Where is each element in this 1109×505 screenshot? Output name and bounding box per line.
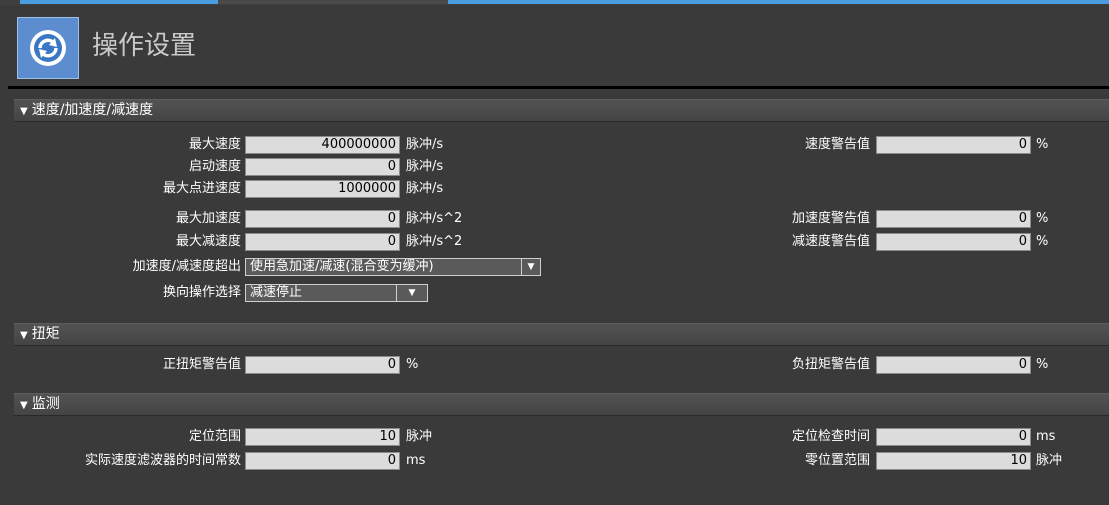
- accel-warn-unit: %: [1036, 211, 1049, 226]
- decel-warn-input[interactable]: 0: [876, 233, 1031, 251]
- refresh-settings-icon: [17, 17, 79, 79]
- max-decel-input[interactable]: 0: [245, 233, 400, 251]
- zero-range-unit: 脉冲: [1036, 453, 1063, 468]
- max-decel-label: 最大减速度: [175, 234, 241, 249]
- neg-torque-warn-input[interactable]: 0: [876, 356, 1031, 374]
- section-title: 监测: [31, 396, 60, 412]
- max-jog-speed-input[interactable]: 1000000: [245, 180, 400, 198]
- max-accel-input[interactable]: 0: [245, 210, 400, 228]
- zero-range-label: 零位置范围: [804, 453, 870, 468]
- start-speed-unit: 脉冲/s: [406, 159, 444, 174]
- in-pos-check-input[interactable]: 0: [876, 428, 1031, 446]
- speed-warn-label: 速度警告值: [804, 137, 870, 152]
- accel-warn-label: 加速度警告值: [791, 211, 870, 226]
- in-pos-range-input[interactable]: 10: [245, 428, 400, 446]
- page-title: 操作设置: [92, 31, 197, 61]
- max-jog-speed-label: 最大点进速度: [162, 181, 241, 196]
- max-speed-unit: 脉冲/s: [406, 137, 444, 152]
- collapse-triangle-icon[interactable]: ▼: [20, 101, 28, 122]
- max-speed-label: 最大速度: [188, 137, 241, 152]
- max-decel-unit: 脉冲/s^2: [406, 234, 463, 249]
- in-pos-check-label: 定位检查时间: [791, 429, 870, 444]
- max-accel-label: 最大加速度: [175, 211, 241, 226]
- section-header-monitor[interactable]: ▼ 监测: [14, 393, 1109, 416]
- chevron-down-icon[interactable]: ▼: [396, 285, 427, 301]
- start-speed-label: 启动速度: [188, 159, 241, 174]
- filter-time-input[interactable]: 0: [245, 452, 400, 470]
- zero-range-input[interactable]: 10: [876, 452, 1031, 470]
- decel-warn-label: 减速度警告值: [791, 234, 870, 249]
- pos-torque-warn-label: 正扭矩警告值: [162, 357, 241, 372]
- accel-over-select[interactable]: 使用急加速/减速(混合变为缓冲) ▼: [245, 258, 541, 276]
- pos-torque-warn-input[interactable]: 0: [245, 356, 400, 374]
- accel-over-value: 使用急加速/减速(混合变为缓冲): [250, 259, 434, 274]
- start-speed-input[interactable]: 0: [245, 158, 400, 176]
- title-divider: [8, 86, 1109, 89]
- in-pos-range-unit: 脉冲: [406, 429, 433, 444]
- filter-time-label: 实际速度滤波器的时间常数: [84, 453, 241, 468]
- neg-torque-warn-unit: %: [1036, 357, 1049, 372]
- max-jog-speed-unit: 脉冲/s: [406, 181, 444, 196]
- section-title: 速度/加速度/减速度: [31, 102, 154, 118]
- max-speed-input[interactable]: 400000000: [245, 136, 400, 154]
- tab-indicator[interactable]: [448, 0, 1109, 4]
- filter-time-unit: ms: [406, 453, 426, 468]
- tab-indicator[interactable]: [218, 0, 448, 4]
- section-header-speed[interactable]: ▼ 速度/加速度/减速度: [14, 99, 1109, 122]
- collapse-triangle-icon[interactable]: ▼: [20, 395, 28, 416]
- reverse-op-value: 减速停止: [250, 285, 303, 300]
- reverse-op-label: 换向操作选择: [162, 285, 241, 300]
- top-tab-strip: [0, 0, 1109, 5]
- in-pos-check-unit: ms: [1036, 429, 1056, 444]
- speed-warn-input[interactable]: 0: [876, 136, 1031, 154]
- speed-warn-unit: %: [1036, 137, 1049, 152]
- max-accel-unit: 脉冲/s^2: [406, 211, 463, 226]
- decel-warn-unit: %: [1036, 234, 1049, 249]
- chevron-down-icon[interactable]: ▼: [521, 259, 540, 275]
- accel-over-label: 加速度/减速度超出: [132, 259, 241, 274]
- collapse-triangle-icon[interactable]: ▼: [20, 325, 28, 346]
- tab-indicator-active[interactable]: [20, 0, 218, 4]
- neg-torque-warn-label: 负扭矩警告值: [791, 357, 870, 372]
- reverse-op-select[interactable]: 减速停止 ▼: [245, 284, 428, 302]
- in-pos-range-label: 定位范围: [188, 429, 241, 444]
- pos-torque-warn-unit: %: [406, 357, 419, 372]
- section-header-torque[interactable]: ▼ 扭矩: [14, 323, 1109, 346]
- section-title: 扭矩: [31, 326, 60, 342]
- accel-warn-input[interactable]: 0: [876, 210, 1031, 228]
